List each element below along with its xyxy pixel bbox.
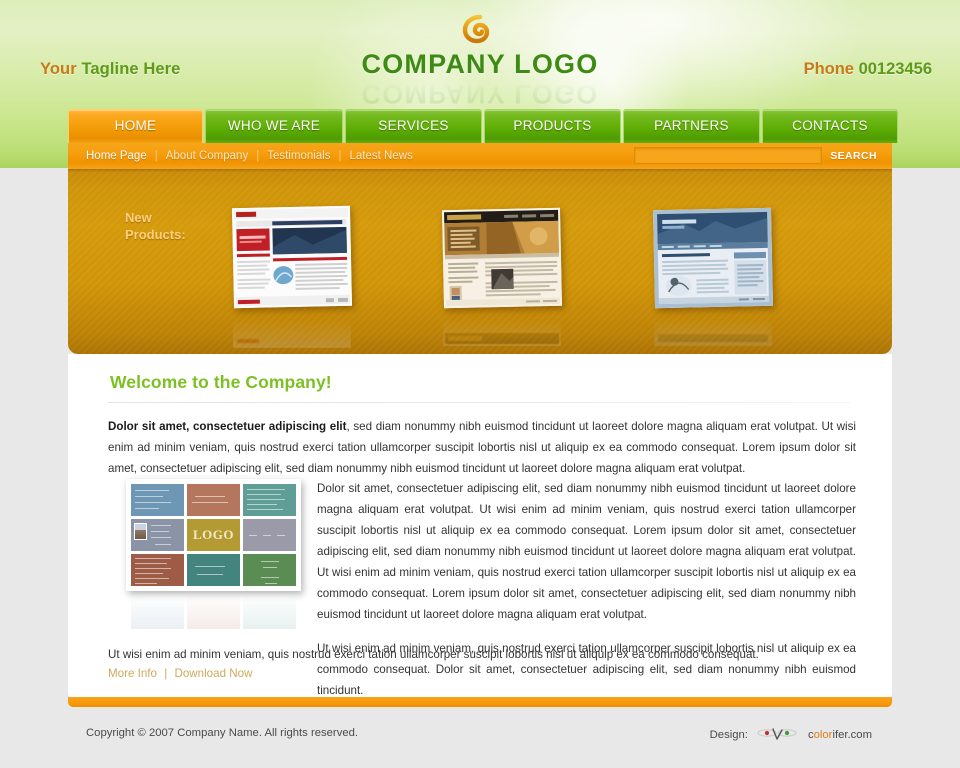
- content-links: More Info | Download Now: [108, 667, 252, 680]
- grid-tile-9: [243, 554, 296, 586]
- body-paragraph-1: Dolor sit amet, consectetuer adipiscing …: [317, 482, 856, 621]
- search-button[interactable]: SEARCH: [830, 150, 883, 162]
- reflection-003: [233, 308, 351, 348]
- breadcrumb: Home Page | About Company | Testimonials…: [86, 150, 413, 162]
- subnav-item-home-page[interactable]: Home Page: [86, 150, 147, 162]
- product-thumbnail-005[interactable]: [652, 207, 774, 309]
- reflection-005: [654, 308, 772, 346]
- nav-item-services[interactable]: SERVICES: [345, 109, 482, 143]
- reflection-004: [443, 308, 561, 346]
- person-photo-icon: [134, 523, 147, 540]
- main-content: Welcome to the Company! Dolor sit amet, …: [68, 354, 892, 707]
- nav-item-products[interactable]: PRODUCTS: [484, 109, 621, 143]
- new-products-heading: New Products:: [125, 210, 186, 242]
- grid-tile-8: [187, 554, 240, 586]
- grid-tile-2: [187, 484, 240, 516]
- phone-value: 00123456: [858, 60, 932, 78]
- phone-label: Phone: [803, 60, 854, 78]
- colorifer-logo-icon: [757, 728, 797, 740]
- product-thumbnail-003[interactable]: [231, 205, 353, 309]
- subnav-item-latest-news[interactable]: Latest News: [349, 150, 412, 162]
- design-website[interactable]: colorifer.com: [808, 729, 872, 741]
- spiral-swirl-icon: [462, 14, 490, 44]
- body-text-right: Dolor sit amet, consectetuer adipiscing …: [317, 478, 856, 701]
- grid-tile-3: [243, 484, 296, 516]
- page-title: Welcome to the Company!: [110, 372, 332, 392]
- download-now-link[interactable]: Download Now: [174, 667, 252, 680]
- design-label: Design:: [709, 729, 748, 741]
- title-divider: [108, 402, 850, 403]
- more-info-link[interactable]: More Info: [108, 667, 157, 680]
- subnav-item-about-company[interactable]: About Company: [166, 150, 248, 162]
- product-thumbnail-003-reflection: [233, 308, 351, 348]
- subnav-item-testimonials[interactable]: Testimonials: [267, 150, 330, 162]
- body-paragraph-3: Ut wisi enim ad minim veniam, quis nostr…: [108, 648, 759, 661]
- phone-number: Phone 00123456: [804, 60, 932, 79]
- new-products-showcase: Website template #003: [68, 169, 892, 354]
- subnav-separator: |: [256, 150, 260, 162]
- design-site-part-2: olor: [813, 729, 833, 741]
- grid-tile-logo: LOGO: [187, 519, 240, 551]
- search-area: SEARCH: [634, 147, 883, 164]
- link-separator: |: [164, 667, 168, 680]
- lead-paragraph: Dolor sit amet, consectetuer adipiscing …: [108, 416, 856, 479]
- site-footer: Copyright © 2007 Company Name. All right…: [0, 712, 960, 768]
- content-figure: LOGO: [126, 479, 301, 634]
- grid-tile-4: [131, 519, 184, 551]
- nav-item-who-we-are[interactable]: WHO WE ARE: [205, 109, 343, 143]
- nav-item-partners[interactable]: PARTNERS: [623, 109, 760, 143]
- product-thumbnail-004-reflection: [443, 308, 561, 346]
- product-thumbnail-005-reflection: [654, 308, 772, 346]
- nine-tile-grid-image: LOGO: [126, 479, 301, 591]
- product-thumbnail-004[interactable]: [441, 207, 563, 309]
- copyright-text: Copyright © 2007 Company Name. All right…: [86, 727, 359, 739]
- subnav-separator: |: [338, 150, 342, 162]
- website-preview-003: [231, 205, 353, 309]
- grid-tile-1: [131, 484, 184, 516]
- lead-bold-text: Dolor sit amet, consectetuer adipiscing …: [108, 420, 347, 433]
- nav-item-home[interactable]: HOME: [68, 109, 203, 143]
- subnav-separator: |: [154, 150, 158, 162]
- grid-tile-7: [131, 554, 184, 586]
- grid-tile-6: [243, 519, 296, 551]
- design-credit: Design: colorifer.com: [710, 727, 872, 743]
- logo-text-reflection: COMPANY LOGO: [361, 79, 599, 109]
- website-preview-004: [441, 207, 563, 309]
- figure-reflection: [126, 592, 301, 634]
- main-navigation: HOME WHO WE ARE SERVICES PRODUCTS PARTNE…: [68, 109, 898, 143]
- sub-navigation: Home Page | About Company | Testimonials…: [68, 143, 892, 169]
- website-preview-005: [652, 207, 774, 309]
- page-root: Your Tagline Here COMPANY LOGO COMPANY L…: [0, 0, 960, 768]
- nav-item-contacts[interactable]: CONTACTS: [762, 109, 898, 143]
- design-site-part-3: ifer.com: [832, 729, 872, 741]
- search-input[interactable]: [634, 147, 823, 164]
